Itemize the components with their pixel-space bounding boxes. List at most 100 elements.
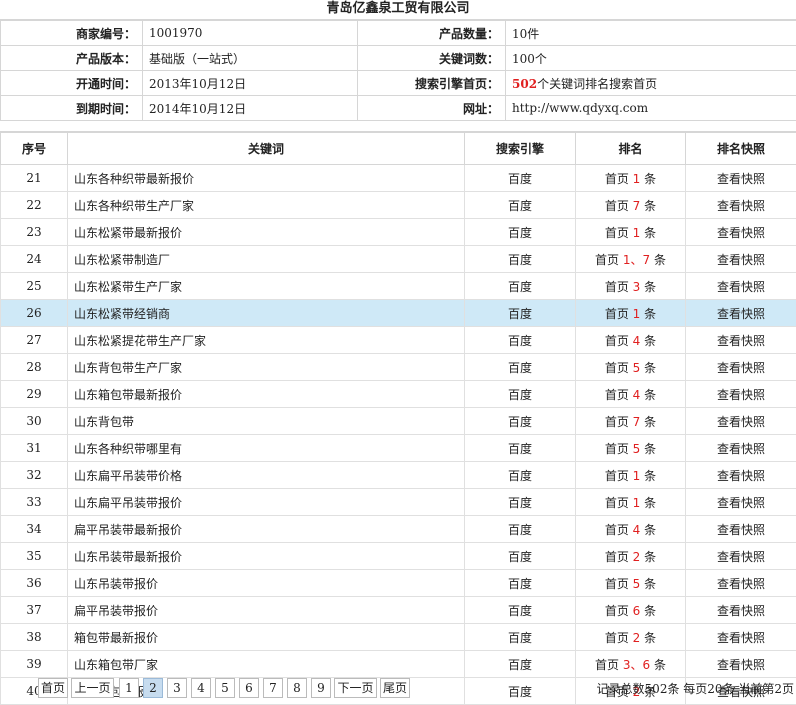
- rank-suffix: 条: [644, 361, 656, 375]
- row-engine: 百度: [465, 462, 576, 489]
- row-engine: 百度: [465, 543, 576, 570]
- section-divider: [0, 121, 796, 132]
- row-keyword: 山东背包带: [68, 408, 465, 435]
- view-snapshot-link[interactable]: 查看快照: [686, 597, 796, 624]
- keyword-count-label: 关键词数：: [358, 46, 506, 71]
- row-keyword: 山东松紧带经销商: [68, 300, 465, 327]
- row-keyword: 山东各种织带生产厂家: [68, 192, 465, 219]
- last-page-button[interactable]: 尾页: [380, 678, 410, 698]
- page-button-2[interactable]: 2: [143, 678, 163, 698]
- rank-prefix: 首页: [605, 307, 629, 321]
- rank-number: 3: [633, 280, 641, 294]
- prev-page-button[interactable]: 上一页: [71, 678, 114, 698]
- row-rank: 首页 4 条: [576, 381, 686, 408]
- view-snapshot-link[interactable]: 查看快照: [686, 381, 796, 408]
- row-engine: 百度: [465, 381, 576, 408]
- page-button-9[interactable]: 9: [311, 678, 331, 698]
- row-rank: 首页 1、7 条: [576, 246, 686, 273]
- row-no: 29: [1, 381, 68, 408]
- rank-suffix: 条: [644, 334, 656, 348]
- expire-time-label: 到期时间：: [1, 96, 143, 121]
- page-button-7[interactable]: 7: [263, 678, 283, 698]
- page-button-1[interactable]: 1: [119, 678, 139, 698]
- rank-prefix: 首页: [605, 469, 629, 483]
- page-button-4[interactable]: 4: [191, 678, 211, 698]
- header-no: 序号: [1, 133, 68, 165]
- view-snapshot-link[interactable]: 查看快照: [686, 543, 796, 570]
- info-row: 商家编号： 1001970 产品数量： 10件: [1, 21, 796, 46]
- table-header-row: 序号 关键词 搜索引擎 排名 排名快照: [1, 133, 796, 165]
- table-row: 29山东箱包带最新报价百度首页 4 条查看快照: [1, 381, 796, 408]
- info-row: 到期时间： 2014年10月12日 网址： http://www.qdyxq.c…: [1, 96, 796, 121]
- table-row: 37扁平吊装带报价百度首页 6 条查看快照: [1, 597, 796, 624]
- rank-number: 4: [633, 523, 641, 537]
- row-keyword: 箱包带最新报价: [68, 624, 465, 651]
- view-snapshot-link[interactable]: 查看快照: [686, 651, 796, 678]
- rank-number: 5: [633, 577, 641, 591]
- page-button-8[interactable]: 8: [287, 678, 307, 698]
- view-snapshot-link[interactable]: 查看快照: [686, 300, 796, 327]
- row-rank: 首页 5 条: [576, 354, 686, 381]
- rank-prefix: 首页: [605, 226, 629, 240]
- rank-prefix: 首页: [605, 199, 629, 213]
- first-page-button[interactable]: 首页: [38, 678, 68, 698]
- row-no: 39: [1, 651, 68, 678]
- view-snapshot-link[interactable]: 查看快照: [686, 327, 796, 354]
- row-no: 34: [1, 516, 68, 543]
- rank-prefix: 首页: [605, 496, 629, 510]
- rank-suffix: 条: [654, 253, 666, 267]
- row-no: 21: [1, 165, 68, 192]
- row-no: 22: [1, 192, 68, 219]
- row-keyword: 山东扁平吊装带价格: [68, 462, 465, 489]
- row-no: 36: [1, 570, 68, 597]
- view-snapshot-link[interactable]: 查看快照: [686, 246, 796, 273]
- merchant-id-label: 商家编号：: [1, 21, 143, 46]
- table-row: 32山东扁平吊装带价格百度首页 1 条查看快照: [1, 462, 796, 489]
- table-row: 24山东松紧带制造厂百度首页 1、7 条查看快照: [1, 246, 796, 273]
- view-snapshot-link[interactable]: 查看快照: [686, 165, 796, 192]
- rank-suffix: 条: [644, 631, 656, 645]
- view-snapshot-link[interactable]: 查看快照: [686, 570, 796, 597]
- view-snapshot-link[interactable]: 查看快照: [686, 489, 796, 516]
- website-value[interactable]: http://www.qdyxq.com: [506, 96, 796, 121]
- row-rank: 首页 5 条: [576, 570, 686, 597]
- table-row: 33山东扁平吊装带报价百度首页 1 条查看快照: [1, 489, 796, 516]
- open-time-label: 开通时间：: [1, 71, 143, 96]
- view-snapshot-link[interactable]: 查看快照: [686, 516, 796, 543]
- pagination: 首页 上一页 1 2 3 4 5 6 7 8 9 下一页 尾页 记录总数502条…: [0, 678, 796, 700]
- rank-prefix: 首页: [605, 415, 629, 429]
- row-engine: 百度: [465, 651, 576, 678]
- row-no: 31: [1, 435, 68, 462]
- view-snapshot-link[interactable]: 查看快照: [686, 273, 796, 300]
- row-engine: 百度: [465, 246, 576, 273]
- row-rank: 首页 1 条: [576, 219, 686, 246]
- view-snapshot-link[interactable]: 查看快照: [686, 624, 796, 651]
- view-snapshot-link[interactable]: 查看快照: [686, 192, 796, 219]
- row-engine: 百度: [465, 597, 576, 624]
- page-button-5[interactable]: 5: [215, 678, 235, 698]
- table-row: 28山东背包带生产厂家百度首页 5 条查看快照: [1, 354, 796, 381]
- page-button-3[interactable]: 3: [167, 678, 187, 698]
- row-engine: 百度: [465, 408, 576, 435]
- row-engine: 百度: [465, 273, 576, 300]
- view-snapshot-link[interactable]: 查看快照: [686, 462, 796, 489]
- next-page-button[interactable]: 下一页: [334, 678, 377, 698]
- row-keyword: 山东扁平吊装带报价: [68, 489, 465, 516]
- page-button-6[interactable]: 6: [239, 678, 259, 698]
- view-snapshot-link[interactable]: 查看快照: [686, 354, 796, 381]
- rank-number: 7: [633, 199, 641, 213]
- row-rank: 首页 1 条: [576, 300, 686, 327]
- rank-prefix: 首页: [605, 388, 629, 402]
- view-snapshot-link[interactable]: 查看快照: [686, 435, 796, 462]
- rank-prefix: 首页: [605, 631, 629, 645]
- row-rank: 首页 1 条: [576, 489, 686, 516]
- header-keyword: 关键词: [68, 133, 465, 165]
- row-rank: 首页 1 条: [576, 165, 686, 192]
- rank-prefix: 首页: [605, 334, 629, 348]
- row-no: 33: [1, 489, 68, 516]
- view-snapshot-link[interactable]: 查看快照: [686, 219, 796, 246]
- rank-suffix: 条: [644, 226, 656, 240]
- table-row: 22山东各种织带生产厂家百度首页 7 条查看快照: [1, 192, 796, 219]
- row-engine: 百度: [465, 192, 576, 219]
- view-snapshot-link[interactable]: 查看快照: [686, 408, 796, 435]
